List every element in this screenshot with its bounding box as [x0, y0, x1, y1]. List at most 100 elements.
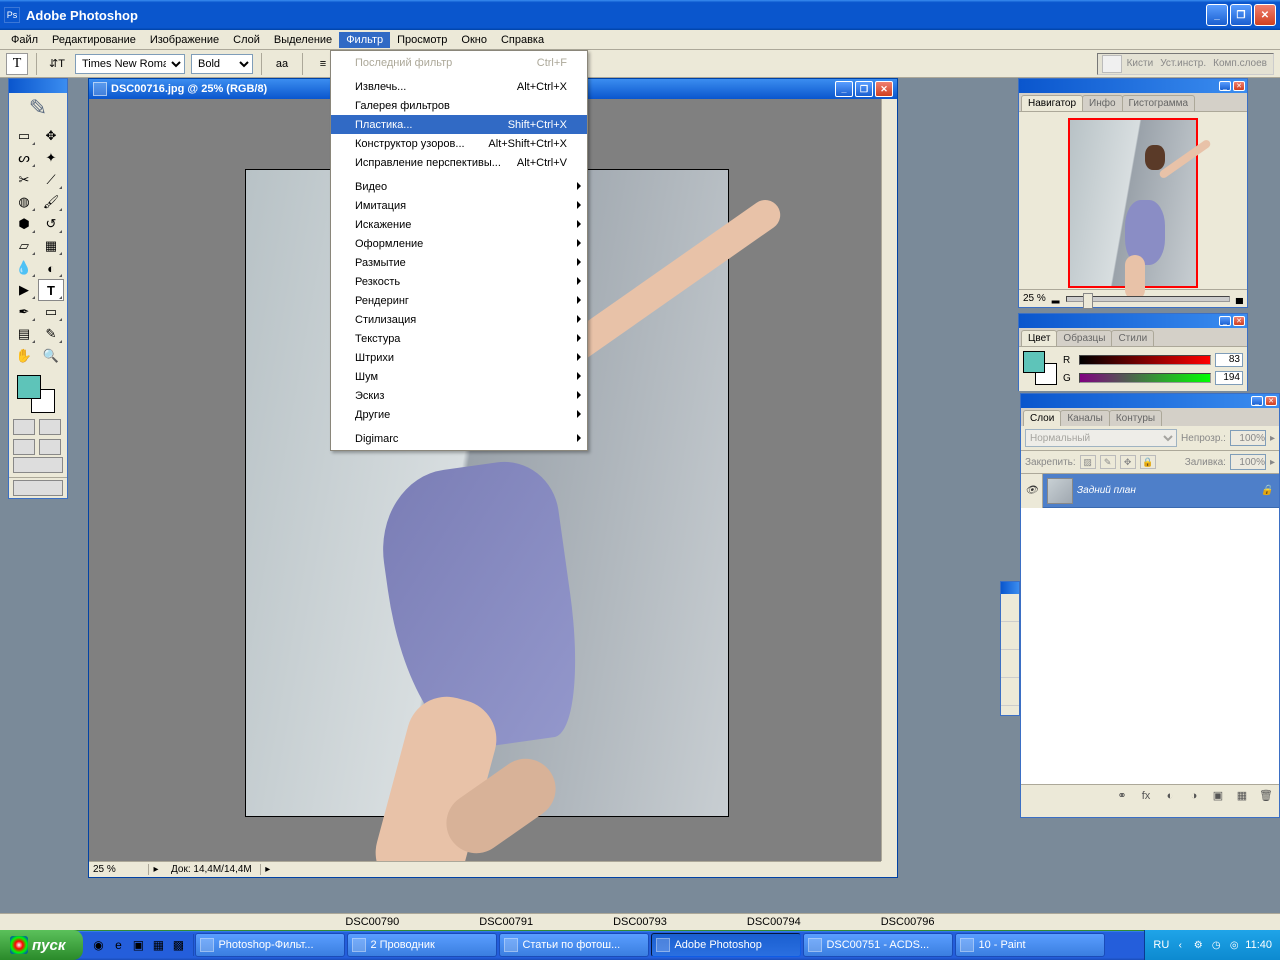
layer-list[interactable]: 👁 Задний план 🔒	[1021, 474, 1279, 784]
toolbox-titlebar[interactable]	[9, 79, 67, 93]
lasso-tool[interactable]: ᔕ	[11, 147, 37, 169]
quickmask-on-icon[interactable]	[39, 419, 61, 435]
lock-all-icon[interactable]: 🔒	[1140, 455, 1156, 469]
navigator-zoom[interactable]: 25 %	[1023, 293, 1046, 304]
layer-visibility-icon[interactable]: 👁	[1021, 474, 1043, 508]
taskbar-task[interactable]: DSC00751 - ACDS...	[803, 933, 953, 957]
start-button[interactable]: пуск	[0, 930, 83, 960]
taskbar-task[interactable]: Photoshop-Фильт...	[195, 933, 345, 957]
filter-menu-item[interactable]: Резкость	[331, 272, 587, 291]
filter-menu-item[interactable]: Галерея фильтров	[331, 96, 587, 115]
thumb-label[interactable]: DSC00794	[747, 916, 801, 928]
filter-menu-item[interactable]: Пластика...Shift+Ctrl+X	[331, 115, 587, 134]
lock-position-icon[interactable]: ✥	[1120, 455, 1136, 469]
channel-r-value[interactable]: 83	[1215, 353, 1243, 367]
history-brush-tool[interactable]: ↺	[38, 213, 64, 235]
screenmode-full2-icon[interactable]	[13, 457, 63, 473]
eraser-tool[interactable]: ▱	[11, 235, 37, 257]
channel-g-value[interactable]: 194	[1215, 371, 1243, 385]
taskbar-task[interactable]: Статьи по фотош...	[499, 933, 649, 957]
delete-layer-icon[interactable]: 🗑	[1257, 788, 1275, 804]
filter-menu-item[interactable]: Исправление перспективы...Alt+Ctrl+V	[331, 153, 587, 172]
palette-minimize-button[interactable]: _	[1251, 396, 1263, 406]
opacity-input[interactable]	[1230, 430, 1266, 446]
filter-menu-item[interactable]: Штрихи	[331, 348, 587, 367]
filter-menu-item[interactable]: Другие	[331, 405, 587, 424]
gradient-tool[interactable]: ▦	[38, 235, 64, 257]
layer-group-icon[interactable]: ▣	[1209, 788, 1227, 804]
lock-pixels-icon[interactable]: ✎	[1100, 455, 1116, 469]
move-tool[interactable]: ✥	[38, 125, 64, 147]
filter-menu-item[interactable]: Текстура	[331, 329, 587, 348]
wand-tool[interactable]: ✦	[38, 147, 64, 169]
stamp-tool[interactable]: ⬢	[11, 213, 37, 235]
new-layer-icon[interactable]: ▦	[1233, 788, 1251, 804]
layer-thumbnail[interactable]	[1047, 478, 1073, 504]
filter-menu-item[interactable]: Имитация	[331, 196, 587, 215]
menu-file[interactable]: Файл	[4, 32, 45, 48]
antialias-icon[interactable]: aa	[270, 53, 294, 75]
ql-app-icon[interactable]: ▦	[149, 934, 167, 956]
menu-filter[interactable]: Фильтр	[339, 32, 390, 48]
tab-info[interactable]: Инфо	[1082, 95, 1123, 111]
filter-menu-item[interactable]: Рендеринг	[331, 291, 587, 310]
tab-layers[interactable]: Слои	[1023, 410, 1061, 426]
status-menu-arrow-icon[interactable]: ▸	[149, 863, 163, 877]
tray-icon[interactable]: ◷	[1209, 938, 1223, 952]
zoom-tool[interactable]: 🔍	[38, 345, 64, 367]
tray-icon[interactable]: ‹	[1173, 938, 1187, 952]
fill-input[interactable]	[1230, 454, 1266, 470]
channel-r-slider[interactable]	[1079, 355, 1211, 365]
thumb-label[interactable]: DSC00796	[881, 916, 935, 928]
quickmask-off-icon[interactable]	[13, 419, 35, 435]
zoom-out-icon[interactable]: ▂	[1052, 293, 1060, 304]
current-tool-indicator[interactable]: T	[6, 53, 28, 75]
layer-style-icon[interactable]: fx	[1137, 788, 1155, 804]
eyedropper-tool[interactable]: ✎	[38, 323, 64, 345]
layer-row[interactable]: 👁 Задний план 🔒	[1021, 474, 1279, 508]
filter-menu-item[interactable]: Шум	[331, 367, 587, 386]
doc-close-button[interactable]: ✕	[875, 81, 893, 97]
ql-app2-icon[interactable]: ▩	[169, 934, 187, 956]
layer-name[interactable]: Задний план	[1077, 485, 1136, 496]
brush-tool[interactable]: 🖌	[38, 191, 64, 213]
channel-g-slider[interactable]	[1079, 373, 1211, 383]
hand-tool[interactable]: ✋	[11, 345, 37, 367]
zoom-level[interactable]: 25 %	[89, 864, 149, 875]
layer-mask-icon[interactable]: ◐	[1161, 788, 1179, 804]
text-orientation-toggle[interactable]: ⇵T	[45, 53, 69, 75]
filter-menu-item[interactable]: Эскиз	[331, 386, 587, 405]
dodge-tool[interactable]: ◐	[38, 257, 64, 279]
screenmode-full-icon[interactable]	[39, 439, 61, 455]
minimize-button[interactable]: _	[1206, 4, 1228, 26]
notes-tool[interactable]: ▤	[11, 323, 37, 345]
font-weight-select[interactable]: Bold	[191, 54, 253, 74]
taskbar-task[interactable]: 2 Проводник	[347, 933, 497, 957]
link-layers-icon[interactable]: ⚭	[1113, 788, 1131, 804]
tray-icon[interactable]: ⚙	[1191, 938, 1205, 952]
layers-titlebar[interactable]: _ ✕	[1021, 394, 1279, 408]
filter-menu-item[interactable]: Конструктор узоров...Alt+Shift+Ctrl+X	[331, 134, 587, 153]
palette-minimize-button[interactable]: _	[1219, 316, 1231, 326]
slice-tool[interactable]: ⟋	[38, 169, 64, 191]
menu-layer[interactable]: Слой	[226, 32, 267, 48]
vertical-scrollbar[interactable]	[881, 99, 897, 861]
ql-desktop-icon[interactable]: ▣	[129, 934, 147, 956]
ql-chrome-icon[interactable]: ◉	[89, 934, 107, 956]
palette-well-tab-presets[interactable]: Уст.инстр.	[1158, 58, 1208, 69]
menu-view[interactable]: Просмотр	[390, 32, 454, 48]
filter-menu-item[interactable]: Видео	[331, 177, 587, 196]
marquee-tool[interactable]: ▭	[11, 125, 37, 147]
taskbar-task[interactable]: Adobe Photoshop	[651, 933, 801, 957]
palette-close-button[interactable]: ✕	[1233, 316, 1245, 326]
tab-paths[interactable]: Контуры	[1109, 410, 1162, 426]
adjustment-layer-icon[interactable]: ◑	[1185, 788, 1203, 804]
crop-tool[interactable]: ✂	[11, 169, 37, 191]
shape-tool[interactable]: ▭	[38, 301, 64, 323]
menu-image[interactable]: Изображение	[143, 32, 226, 48]
menu-select[interactable]: Выделение	[267, 32, 339, 48]
navigator-titlebar[interactable]: _ ✕	[1019, 79, 1247, 93]
doc-maximize-button[interactable]: ❐	[855, 81, 873, 97]
blend-mode-select[interactable]: Нормальный	[1025, 429, 1177, 447]
tab-histogram[interactable]: Гистограмма	[1122, 95, 1196, 111]
